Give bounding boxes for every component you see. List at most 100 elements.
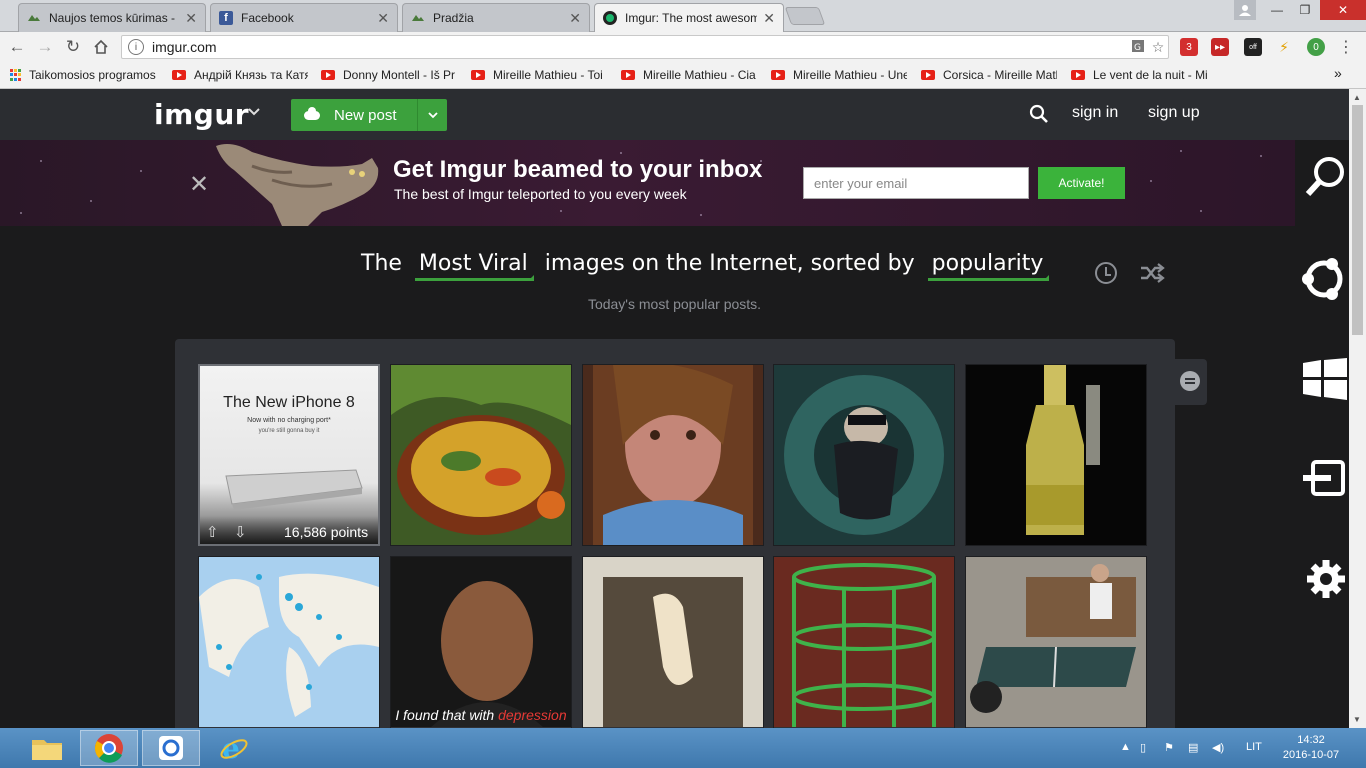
internet-explorer-icon[interactable]: e [204, 730, 262, 766]
chevron-down-icon[interactable] [248, 103, 260, 119]
windows-icon[interactable] [1303, 358, 1347, 405]
extension-grammarly-icon[interactable]: 0 [1307, 38, 1325, 56]
tab-facebook[interactable]: f Facebook ✕ [210, 3, 398, 32]
bookmark-item[interactable]: Mireille Mathieu - Cia [621, 68, 757, 82]
search-icon[interactable] [1305, 156, 1345, 203]
menu-icon[interactable]: ⋮ [1337, 38, 1355, 56]
tray-expand-icon[interactable]: ▲ [1120, 741, 1131, 753]
post-thumbnail[interactable] [773, 364, 955, 546]
apps-icon [10, 68, 23, 82]
tab-pradzia[interactable]: Pradžia ✕ [402, 3, 590, 32]
upvote-icon[interactable]: ⇧ [206, 523, 219, 541]
user-profile-icon[interactable] [1234, 0, 1256, 20]
reload-icon[interactable]: ↻ [62, 36, 84, 58]
post-thumbnail[interactable] [582, 364, 764, 546]
image-text: Now with no charging port* [247, 417, 331, 424]
post-thumbnail[interactable] [965, 364, 1147, 546]
page-scrollbar[interactable]: ▲ ▼ [1349, 89, 1366, 728]
gear-icon[interactable] [1305, 558, 1347, 605]
ping-pong-image [966, 557, 1146, 727]
image-text: you're still gonna buy it [258, 428, 320, 434]
extension-adblock-icon[interactable]: 3 [1180, 38, 1198, 56]
sign-in-link[interactable]: sign in [1072, 104, 1118, 122]
site-info-icon[interactable]: i [128, 39, 144, 55]
close-tab-icon[interactable]: ✕ [377, 10, 389, 27]
bookmark-item[interactable]: Donny Montell - Iš Pr [321, 68, 457, 82]
close-banner-icon[interactable]: ✕ [189, 170, 209, 199]
ubuntu-icon[interactable] [1301, 256, 1347, 307]
post-thumbnail[interactable] [773, 556, 955, 738]
imgur-logo[interactable]: imgur [154, 98, 249, 131]
home-icon[interactable] [90, 36, 112, 58]
post-thumbnail[interactable] [198, 556, 380, 738]
section-selector[interactable]: Most Viral [414, 251, 534, 281]
new-post-button[interactable]: New post [291, 99, 447, 131]
new-tab-button[interactable] [784, 7, 826, 25]
post-thumbnail[interactable] [965, 556, 1147, 738]
language-indicator[interactable]: LIT [1246, 741, 1262, 753]
network-icon[interactable]: ▤ [1188, 741, 1198, 754]
scroll-up-icon[interactable]: ▲ [1353, 93, 1361, 102]
windows-taskbar: e ▲ ▯ ⚑ ▤ ◀) LIT 14:32 2016-10-07 [0, 728, 1366, 768]
address-bar[interactable]: i imgur.com G ☆ [121, 35, 1169, 59]
maximize-icon[interactable]: ❐ [1292, 0, 1318, 20]
scrollbar-thumb[interactable] [1352, 105, 1363, 335]
minimize-icon[interactable]: — [1264, 0, 1290, 20]
tab-imgur[interactable]: Imgur: The most awesom ✕ [594, 3, 784, 32]
search-icon[interactable] [1029, 104, 1049, 124]
bookmark-item[interactable]: Mireille Mathieu - Une [771, 68, 907, 82]
post-thumbnail[interactable] [390, 364, 572, 546]
food-skillet-image [391, 365, 571, 545]
tab-naujos-temos[interactable]: Naujos temos kūrimas - ( ✕ [18, 3, 206, 32]
url-text[interactable]: imgur.com [152, 39, 1128, 55]
bookmark-item[interactable]: Андрій Князь та Катя [172, 68, 308, 82]
email-input[interactable]: enter your email [803, 167, 1029, 199]
app-icon[interactable] [142, 730, 200, 766]
close-tab-icon[interactable]: ✕ [569, 10, 581, 27]
face-makeup-image [583, 365, 763, 545]
battery-icon[interactable]: ▯ [1140, 741, 1146, 754]
downvote-icon[interactable]: ⇩ [234, 523, 247, 541]
system-clock[interactable]: 14:32 2016-10-07 [1280, 733, 1342, 763]
activate-button[interactable]: Activate! [1038, 167, 1125, 199]
clock-icon[interactable] [1095, 262, 1117, 284]
bookmark-label: Mireille Mathieu - Une [793, 68, 907, 82]
bookmark-star-icon[interactable]: ☆ [1148, 39, 1168, 56]
bookmarks-overflow-button[interactable]: » [1334, 65, 1342, 81]
extension-media-icon[interactable]: ▸▸ [1211, 38, 1229, 56]
page-icon [27, 11, 41, 25]
volume-icon[interactable]: ◀) [1212, 741, 1224, 754]
logout-icon[interactable] [1303, 460, 1347, 501]
chat-bubble-icon[interactable] [1175, 359, 1207, 405]
close-tab-icon[interactable]: ✕ [185, 10, 197, 27]
page-icon [411, 11, 425, 25]
bookmark-apps[interactable]: Taikomosios programos [10, 68, 162, 82]
extension-mail-icon[interactable]: off [1244, 38, 1262, 56]
shuffle-icon[interactable] [1139, 262, 1165, 290]
translate-icon[interactable]: G [1128, 39, 1148, 56]
extension-lightning-icon[interactable]: ⚡ [1275, 38, 1293, 56]
bookmark-label: Mireille Mathieu - Cia [643, 68, 756, 82]
chevron-down-icon[interactable] [417, 99, 447, 131]
bookmark-label: Андрій Князь та Катя [194, 68, 308, 82]
clock-date: 2016-10-07 [1282, 749, 1340, 761]
post-thumbnail[interactable] [582, 556, 764, 738]
forward-icon[interactable]: → [34, 36, 56, 58]
sort-selector[interactable]: popularity [927, 251, 1050, 281]
world-map-image [199, 557, 379, 727]
bookmark-item[interactable]: Mireille Mathieu - Toi [471, 68, 607, 82]
sign-up-link[interactable]: sign up [1148, 104, 1200, 122]
close-tab-icon[interactable]: ✕ [763, 10, 775, 27]
file-explorer-icon[interactable] [18, 730, 76, 766]
bookmark-item[interactable]: Le vent de la nuit - Mi [1071, 68, 1207, 82]
bookmark-item[interactable]: Corsica - Mireille Matl [921, 68, 1057, 82]
action-center-icon[interactable]: ⚑ [1164, 741, 1174, 754]
post-thumbnail[interactable]: The New iPhone 8 Now with no charging po… [198, 364, 380, 546]
close-window-icon[interactable]: ✕ [1320, 0, 1366, 20]
scroll-down-icon[interactable]: ▼ [1353, 715, 1361, 724]
back-icon[interactable]: ← [6, 36, 28, 58]
bookmark-label: Donny Montell - Iš Pr [343, 68, 456, 82]
chrome-icon[interactable] [80, 730, 138, 766]
post-thumbnail[interactable]: I found that with depression [390, 556, 572, 738]
browser-toolbar: ← → ↻ i imgur.com G ☆ [0, 32, 1366, 62]
